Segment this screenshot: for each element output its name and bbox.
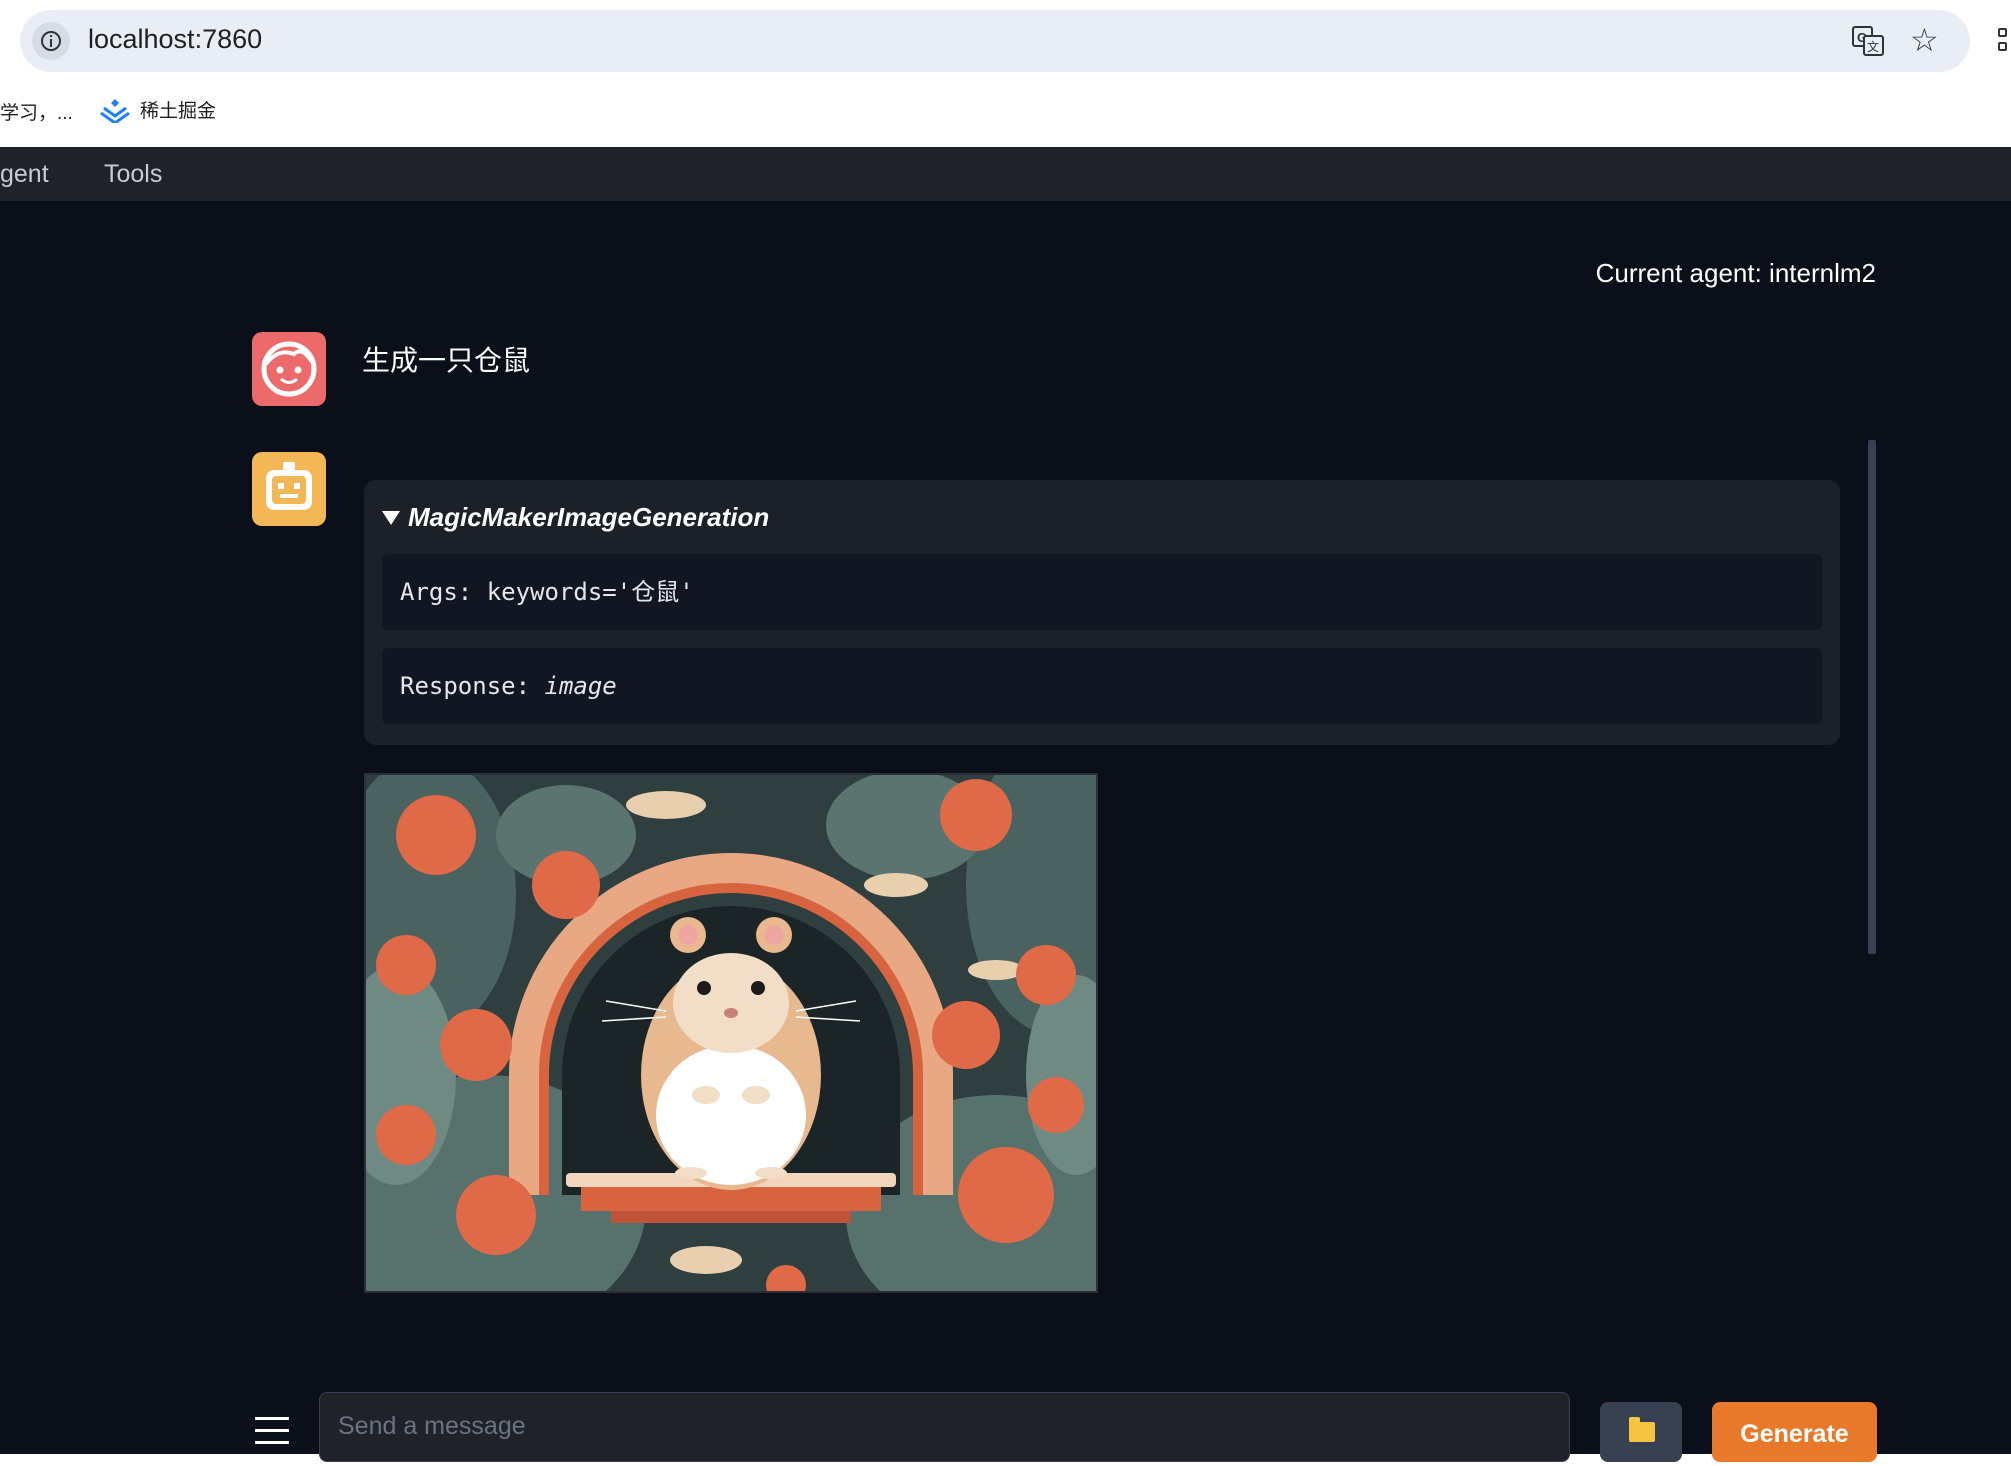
- bookmark-star-icon[interactable]: ☆: [1910, 24, 1939, 56]
- top-nav: gent Tools: [0, 147, 2011, 201]
- bookmark-item[interactable]: 学习，...: [0, 98, 73, 125]
- upload-button[interactable]: [1600, 1402, 1682, 1462]
- tool-name: MagicMakerImageGeneration: [408, 502, 770, 532]
- extensions-icon[interactable]: [1998, 28, 2011, 56]
- translate-icon[interactable]: G 文: [1852, 26, 1884, 56]
- tool-args-block: Args: keywords='仓鼠': [382, 554, 1822, 630]
- user-face-icon: [261, 341, 317, 397]
- bookmark-label: 稀土掘金: [140, 101, 217, 122]
- args-label: Args:: [400, 578, 473, 606]
- chat-scrollbar[interactable]: [1868, 440, 1876, 954]
- bookmark-item-juejin[interactable]: 稀土掘金: [100, 96, 216, 123]
- site-info-icon[interactable]: [32, 22, 70, 60]
- generate-button[interactable]: Generate: [1712, 1402, 1877, 1462]
- tool-call-card: MagicMakerImageGeneration Args: keywords…: [364, 480, 1840, 745]
- juejin-icon: [100, 98, 130, 123]
- tab-tools[interactable]: Tools: [104, 160, 162, 189]
- tab-agent[interactable]: gent: [0, 160, 49, 189]
- folder-icon: [1629, 1417, 1655, 1442]
- svg-text:文: 文: [1867, 39, 1879, 54]
- menu-icon[interactable]: [255, 1417, 289, 1447]
- generated-hamster-image[interactable]: [364, 773, 1098, 1293]
- message-input[interactable]: Send a message: [319, 1392, 1570, 1462]
- response-label: Response:: [400, 672, 531, 700]
- triangle-down-icon: [382, 510, 400, 525]
- response-value: image: [544, 672, 617, 700]
- bot-avatar: [252, 452, 326, 526]
- app-container: gent Tools Current agent: internlm2 生成一只…: [0, 147, 2011, 1462]
- url-text[interactable]: localhost:7860: [88, 24, 262, 55]
- browser-toolbar: localhost:7860 G 文 ☆ 学习，... 稀土掘金: [0, 0, 2011, 147]
- args-value: keywords='仓鼠': [486, 578, 694, 606]
- robot-icon: [266, 462, 312, 510]
- address-bar[interactable]: [20, 10, 1970, 72]
- tool-response-block: Response: image: [382, 648, 1822, 724]
- tool-call-summary[interactable]: MagicMakerImageGeneration: [382, 502, 769, 533]
- user-avatar: [252, 332, 326, 406]
- message-placeholder: Send a message: [338, 1412, 526, 1440]
- hamster-illustration: [366, 775, 1096, 1291]
- current-agent-label: Current agent: internlm2: [1595, 258, 1876, 288]
- user-message: 生成一只仓鼠: [362, 345, 531, 376]
